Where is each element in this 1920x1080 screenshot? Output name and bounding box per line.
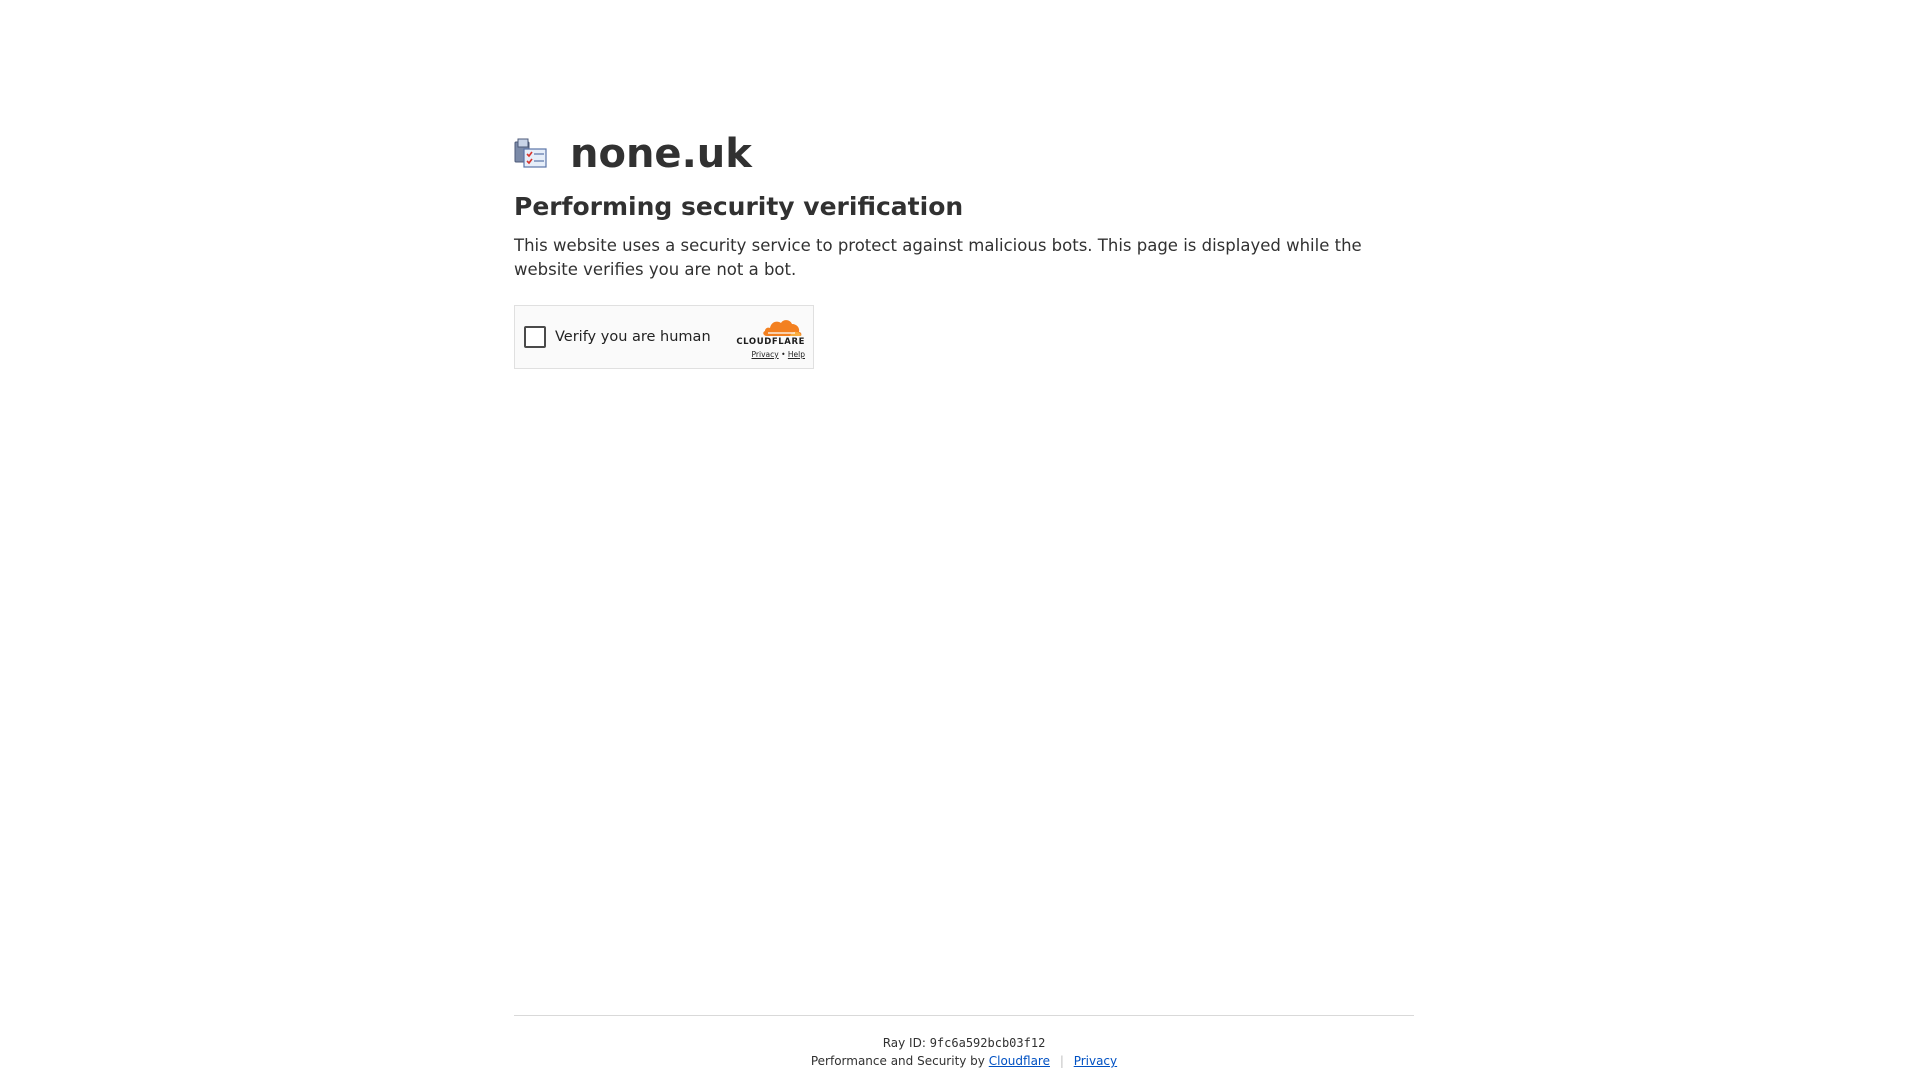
footer-privacy-link[interactable]: Privacy	[1074, 1054, 1117, 1068]
ray-id-row: Ray ID: 9fc6a592bcb03f12	[514, 1034, 1414, 1052]
page-title: Performing security verification	[514, 192, 964, 221]
widget-links: Privacy • Help	[729, 349, 805, 360]
verification-page: none.uk Performing security verification…	[0, 0, 1920, 1080]
ray-id-value: 9fc6a592bcb03f12	[929, 1036, 1046, 1050]
main-content: none.uk Performing security verification…	[514, 128, 1414, 282]
turnstile-widget: Verify you are human CLOUDFLARE Privacy …	[514, 305, 814, 369]
cloudflare-cloud-icon	[763, 320, 802, 336]
cloudflare-brand: CLOUDFLARE Privacy • Help	[729, 316, 805, 360]
page-description: This website uses a security service to …	[514, 236, 1362, 279]
widget-help-link[interactable]: Help	[788, 350, 805, 359]
site-favicon-icon	[514, 138, 547, 168]
widget-link-separator: •	[781, 350, 786, 359]
site-header: none.uk	[514, 128, 1414, 180]
cloudflare-wordmark: CLOUDFLARE	[736, 337, 805, 347]
performance-text: Performance and Security by	[810, 1054, 985, 1068]
page-footer: Ray ID: 9fc6a592bcb03f12 Performance and…	[514, 1015, 1414, 1070]
footer-separator: |	[1059, 1054, 1064, 1068]
verify-label[interactable]: Verify you are human	[555, 329, 711, 345]
widget-privacy-link[interactable]: Privacy	[752, 350, 779, 359]
verify-checkbox[interactable]	[524, 326, 546, 348]
site-name: none.uk	[570, 131, 752, 177]
performance-row: Performance and Security by Cloudflare |…	[514, 1052, 1414, 1070]
ray-id-label: Ray ID:	[882, 1036, 926, 1050]
cloudflare-link[interactable]: Cloudflare	[989, 1054, 1050, 1068]
